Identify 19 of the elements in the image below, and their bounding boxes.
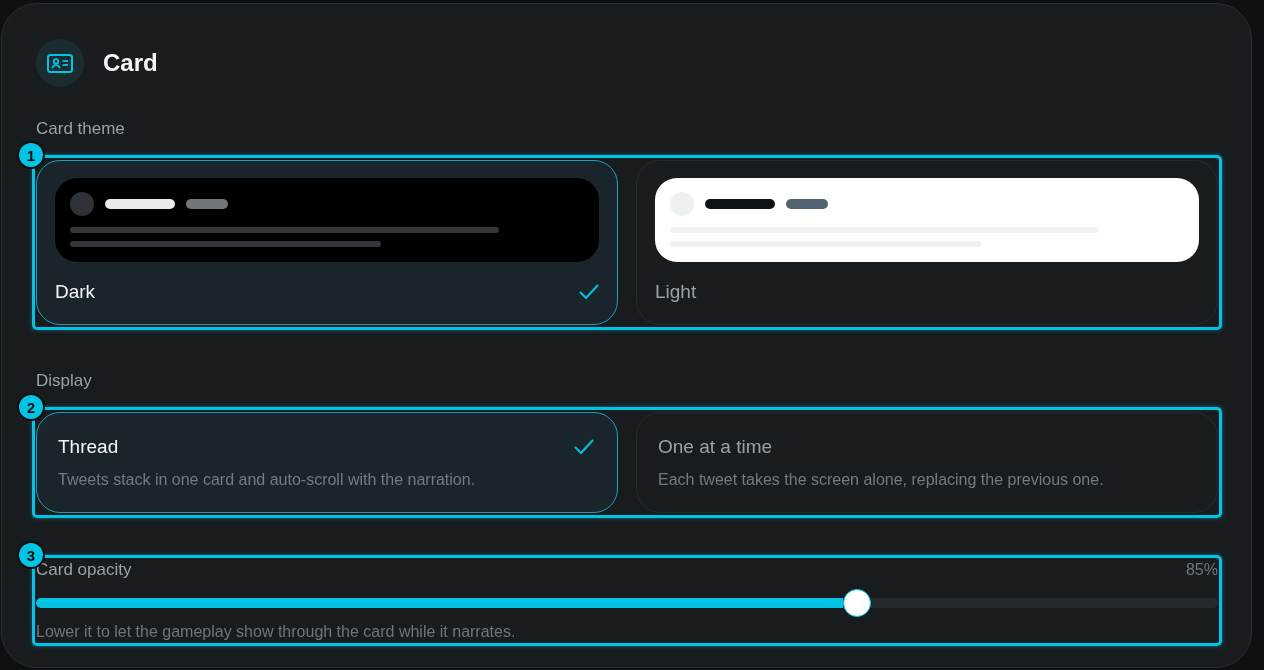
display-option[interactable]: Thread Tweets stack in one card and auto-scroll with the narration. [36, 412, 618, 513]
option-title: Thread [58, 436, 119, 458]
section-label: Card theme [36, 119, 126, 139]
theme-option[interactable]: Light [636, 160, 1218, 325]
display-option[interactable]: One at a time Each tweet takes the screen alone, replacing the previous one. [636, 412, 1218, 513]
option-title: One at a time [658, 436, 773, 458]
slider-thumb[interactable] [843, 589, 872, 617]
option-description: Tweets stack in one card and auto-scroll with the narration. [58, 470, 477, 490]
panel-title: Card [103, 49, 158, 77]
id-card-icon [47, 53, 73, 73]
theme-option[interactable]: Dark [36, 160, 618, 325]
option-label: Dark [55, 281, 96, 303]
step-number: 1 [17, 141, 45, 169]
slider-hint: Lower it to let the gameplay show through the card while it narrates. [36, 622, 517, 642]
step-number: 2 [17, 393, 45, 421]
option-description: Each tweet takes the screen alone, replacing the previous one. [658, 470, 1105, 490]
slider-value: 85% [1185, 560, 1218, 580]
section-label: Display [36, 371, 93, 391]
option-label: Light [655, 281, 697, 303]
